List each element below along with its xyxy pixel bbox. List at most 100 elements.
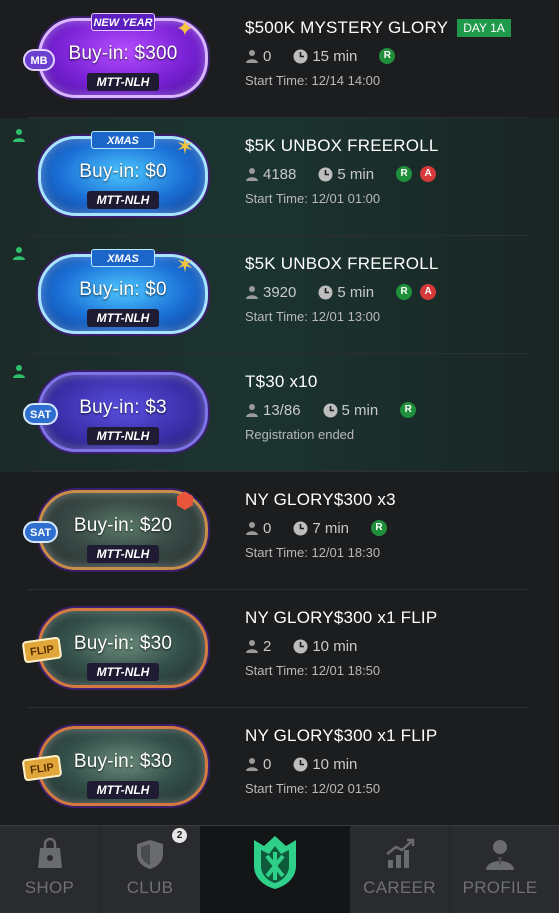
tournament-row[interactable]: XMAS ✶ Buy-in: $0 MTT-NLH $5K UNBOX FREE…	[0, 118, 559, 236]
clock-icon	[293, 49, 308, 63]
ticket-badge: FLIP Buy-in: $30 MTT-NLH	[21, 726, 208, 806]
start-time: Start Time: 12/01 01:00	[245, 191, 381, 206]
blind-duration: 5 min	[337, 165, 375, 183]
tournament-title: $500K MYSTERY GLORY	[245, 18, 449, 37]
clock-icon	[323, 403, 338, 417]
shield-icon	[137, 840, 163, 869]
rebuy-badge: R	[396, 284, 413, 300]
clock-icon	[318, 167, 333, 181]
game-type-label: MTT-NLH	[87, 73, 159, 91]
tournament-title: T$30 x10	[245, 372, 318, 391]
blind-duration: 5 min	[341, 401, 379, 419]
tournament-title: NY GLORY$300 x1 FLIP	[245, 608, 438, 627]
day-badge: DAY 1A	[457, 19, 511, 37]
nav-profile[interactable]: PROFILE	[450, 826, 550, 913]
buyin-label: Buy-in: $0	[79, 161, 167, 182]
bottom-nav: SHOP 2 CLUB CAREER PROFILE	[0, 825, 559, 913]
buyin-label: Buy-in: $300	[68, 43, 178, 64]
game-type-label: MTT-NLH	[87, 545, 159, 563]
ticket-banner: XMAS	[91, 131, 155, 149]
blind-duration: 10 min	[312, 637, 358, 655]
tournament-row[interactable]: FLIP Buy-in: $30 MTT-NLH NY GLORY$300 x1…	[0, 708, 559, 825]
player-count: 0	[263, 47, 272, 65]
registered-user-icon	[13, 129, 25, 142]
tournament-title: NY GLORY$300 x3	[245, 490, 396, 509]
star-ornament-icon: ✶	[175, 252, 195, 277]
tournament-title: NY GLORY$300 x1 FLIP	[245, 726, 438, 745]
start-time: Start Time: 12/01 18:30	[245, 545, 381, 560]
buyin-label: Buy-in: $20	[73, 515, 173, 536]
tournament-info: T$30 x10 13/86 5 min R Registration ende…	[245, 372, 539, 443]
rebuy-badge: R	[379, 48, 396, 64]
game-type-label: MTT-NLH	[87, 191, 159, 209]
registered-user-icon	[13, 365, 25, 378]
start-time: Start Time: 12/02 01:50	[245, 781, 381, 796]
blind-duration: 5 min	[337, 283, 375, 301]
buyin-label: Buy-in: $0	[79, 279, 167, 300]
star-ornament-icon: ✶	[175, 134, 195, 159]
nav-club[interactable]: 2 CLUB	[100, 826, 200, 913]
tournament-info: NY GLORY$300 x1 FLIP 0 10 min Start Time…	[245, 726, 539, 797]
start-time: Start Time: 12/01 18:50	[245, 663, 381, 678]
tournament-row[interactable]: XMAS ✶ Buy-in: $0 MTT-NLH $5K UNBOX FREE…	[0, 236, 559, 354]
player-count: 0	[263, 519, 272, 537]
tournament-title: $5K UNBOX FREEROLL	[245, 136, 439, 155]
nav-career-label: CAREER	[363, 878, 436, 897]
tournament-row[interactable]: SAT ⬢ Buy-in: $20 MTT-NLH NY GLORY$300 x…	[0, 472, 559, 590]
growth-chart-icon	[385, 838, 414, 868]
player-icon	[246, 50, 258, 63]
nav-shop[interactable]: SHOP	[0, 826, 100, 913]
shopping-bag-icon	[37, 837, 62, 868]
tournament-info: $500K MYSTERY GLORY DAY 1A 0 15 min R St…	[245, 18, 539, 89]
nav-home[interactable]	[200, 826, 350, 913]
clock-icon	[293, 521, 308, 535]
player-count: 13/86	[263, 401, 301, 419]
player-count: 4188	[263, 165, 297, 183]
tournament-row[interactable]: SAT Buy-in: $3 MTT-NLH T$30 x10 13/86 5 …	[0, 354, 559, 472]
clock-icon	[293, 757, 308, 771]
buyin-label: Buy-in: $3	[79, 397, 167, 418]
registered-user-icon	[13, 247, 25, 260]
player-icon	[246, 404, 258, 417]
blind-duration: 10 min	[312, 755, 358, 773]
player-icon	[246, 168, 258, 181]
tournament-row[interactable]: FLIP Buy-in: $30 MTT-NLH NY GLORY$300 x1…	[0, 590, 559, 708]
tournament-list: NEW YEAR MB ✦ Buy-in: $300 MTT-NLH $500K…	[0, 0, 559, 825]
player-count: 2	[263, 637, 272, 655]
game-type-label: MTT-NLH	[87, 781, 159, 799]
game-type-label: MTT-NLH	[87, 663, 159, 681]
rebuy-badge: R	[400, 402, 417, 418]
brand-logo-icon	[254, 836, 296, 889]
ticket-banner: XMAS	[91, 249, 155, 267]
addon-badge: A	[420, 166, 437, 182]
game-type-label: MTT-NLH	[87, 427, 159, 445]
nav-career[interactable]: CAREER	[350, 826, 450, 913]
tournament-info: $5K UNBOX FREEROLL 4188 5 min R A Start …	[245, 136, 539, 207]
game-type-label: MTT-NLH	[87, 309, 159, 327]
clock-icon	[293, 639, 308, 653]
rebuy-badge: R	[371, 520, 388, 536]
club-notification-badge: 2	[172, 828, 187, 843]
ticket-badge: NEW YEAR MB ✦ Buy-in: $300 MTT-NLH	[23, 13, 208, 98]
registration-status: Registration ended	[245, 427, 355, 442]
tournament-info: $5K UNBOX FREEROLL 3920 5 min R A Start …	[245, 254, 539, 325]
ticket-badge: FLIP Buy-in: $30 MTT-NLH	[21, 608, 208, 688]
tournament-row[interactable]: NEW YEAR MB ✦ Buy-in: $300 MTT-NLH $500K…	[0, 0, 559, 118]
buyin-label: Buy-in: $30	[73, 633, 173, 654]
ticket-badge: SAT ⬢ Buy-in: $20 MTT-NLH	[23, 488, 208, 570]
player-count: 0	[263, 755, 272, 773]
ticket-badge: XMAS ✶ Buy-in: $0 MTT-NLH	[38, 131, 208, 216]
nav-profile-label: PROFILE	[462, 878, 538, 897]
tournament-title: $5K UNBOX FREEROLL	[245, 254, 439, 273]
ticket-banner: NEW YEAR	[91, 13, 155, 31]
player-count: 3920	[263, 283, 297, 301]
player-icon	[246, 522, 258, 535]
buyin-label: Buy-in: $30	[73, 751, 173, 772]
nav-club-label: CLUB	[126, 878, 174, 897]
player-icon	[246, 758, 258, 771]
start-time: Start Time: 12/01 13:00	[245, 309, 381, 324]
clock-icon	[318, 285, 333, 299]
ticket-badge: XMAS ✶ Buy-in: $0 MTT-NLH	[38, 249, 208, 334]
ticket-badge: SAT Buy-in: $3 MTT-NLH	[23, 372, 208, 452]
gift-ornament-icon: ⬢	[175, 488, 195, 513]
